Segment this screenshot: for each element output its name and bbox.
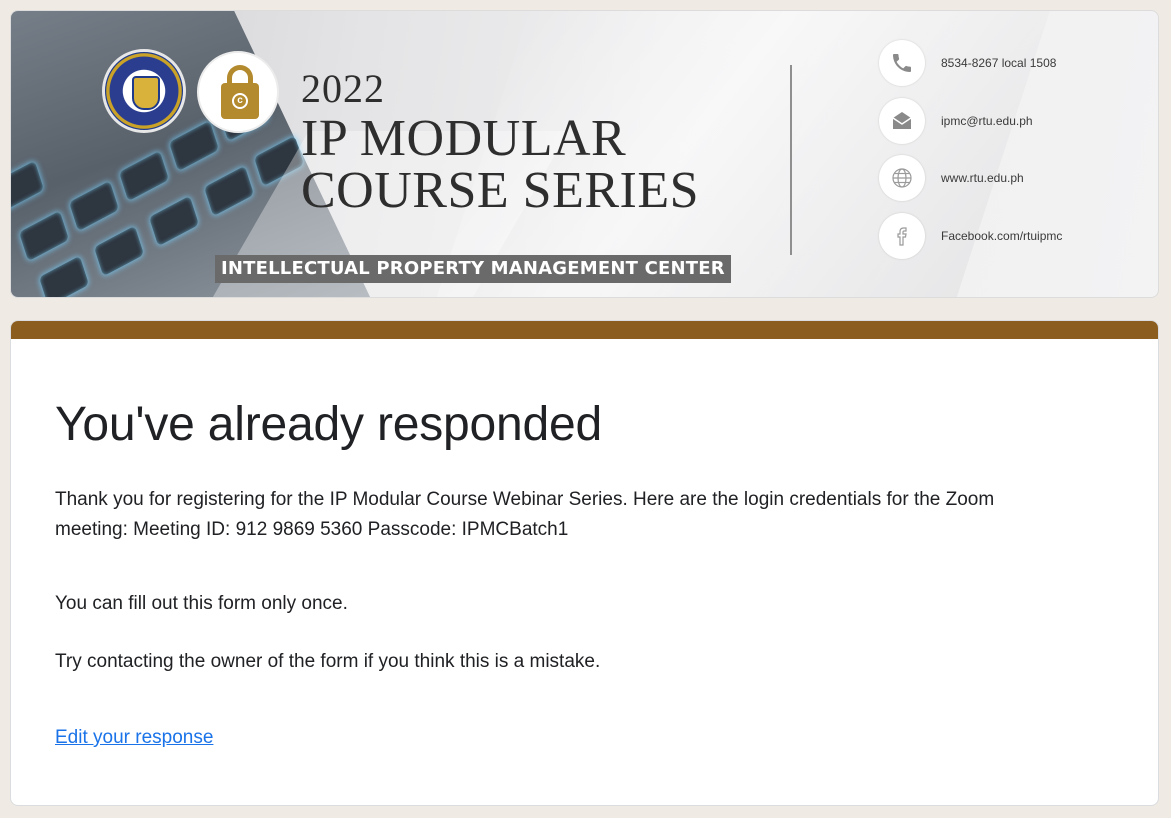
banner-year: 2022 xyxy=(301,66,385,111)
contact-facebook-text: Facebook.com/rtuipmc xyxy=(941,229,1063,243)
contact-owner-note: Try contacting the owner of the form if … xyxy=(55,651,601,672)
form-header-banner: c 2022 IP MODULAR COURSE SERIES INTELLEC… xyxy=(10,10,1159,298)
card-accent-bar xyxy=(11,321,1158,339)
banner-title-line2: COURSE SERIES xyxy=(301,162,700,219)
page-title: You've already responded xyxy=(55,398,603,451)
contact-website: www.rtu.edu.ph xyxy=(879,155,1024,201)
globe-icon xyxy=(879,155,925,201)
once-only-note: You can fill out this form only once. xyxy=(55,593,348,614)
banner-title-line1: IP MODULAR xyxy=(301,110,627,167)
banner-divider xyxy=(790,65,792,255)
phone-icon xyxy=(879,40,925,86)
contact-facebook: Facebook.com/rtuipmc xyxy=(879,213,1062,259)
contact-website-text: www.rtu.edu.ph xyxy=(941,171,1024,185)
edit-response-link[interactable]: Edit your response xyxy=(55,727,213,749)
contact-phone: 8534-8267 local 1508 xyxy=(879,40,1056,86)
contact-email: ipmc@rtu.edu.ph xyxy=(879,98,1033,144)
confirmation-message: Thank you for registering for the IP Mod… xyxy=(55,489,995,540)
university-seal-logo xyxy=(102,49,186,133)
mail-icon xyxy=(879,98,925,144)
center-name-label: INTELLECTUAL PROPERTY MANAGEMENT CENTER xyxy=(215,255,731,283)
contact-email-text: ipmc@rtu.edu.ph xyxy=(941,114,1033,128)
contact-phone-text: 8534-8267 local 1508 xyxy=(941,56,1057,70)
response-card: You've already responded Thank you for r… xyxy=(10,320,1159,806)
banner-title: 2022 IP MODULAR COURSE SERIES xyxy=(301,69,699,217)
facebook-icon xyxy=(879,213,925,259)
ipmc-lock-logo: c xyxy=(197,51,279,133)
